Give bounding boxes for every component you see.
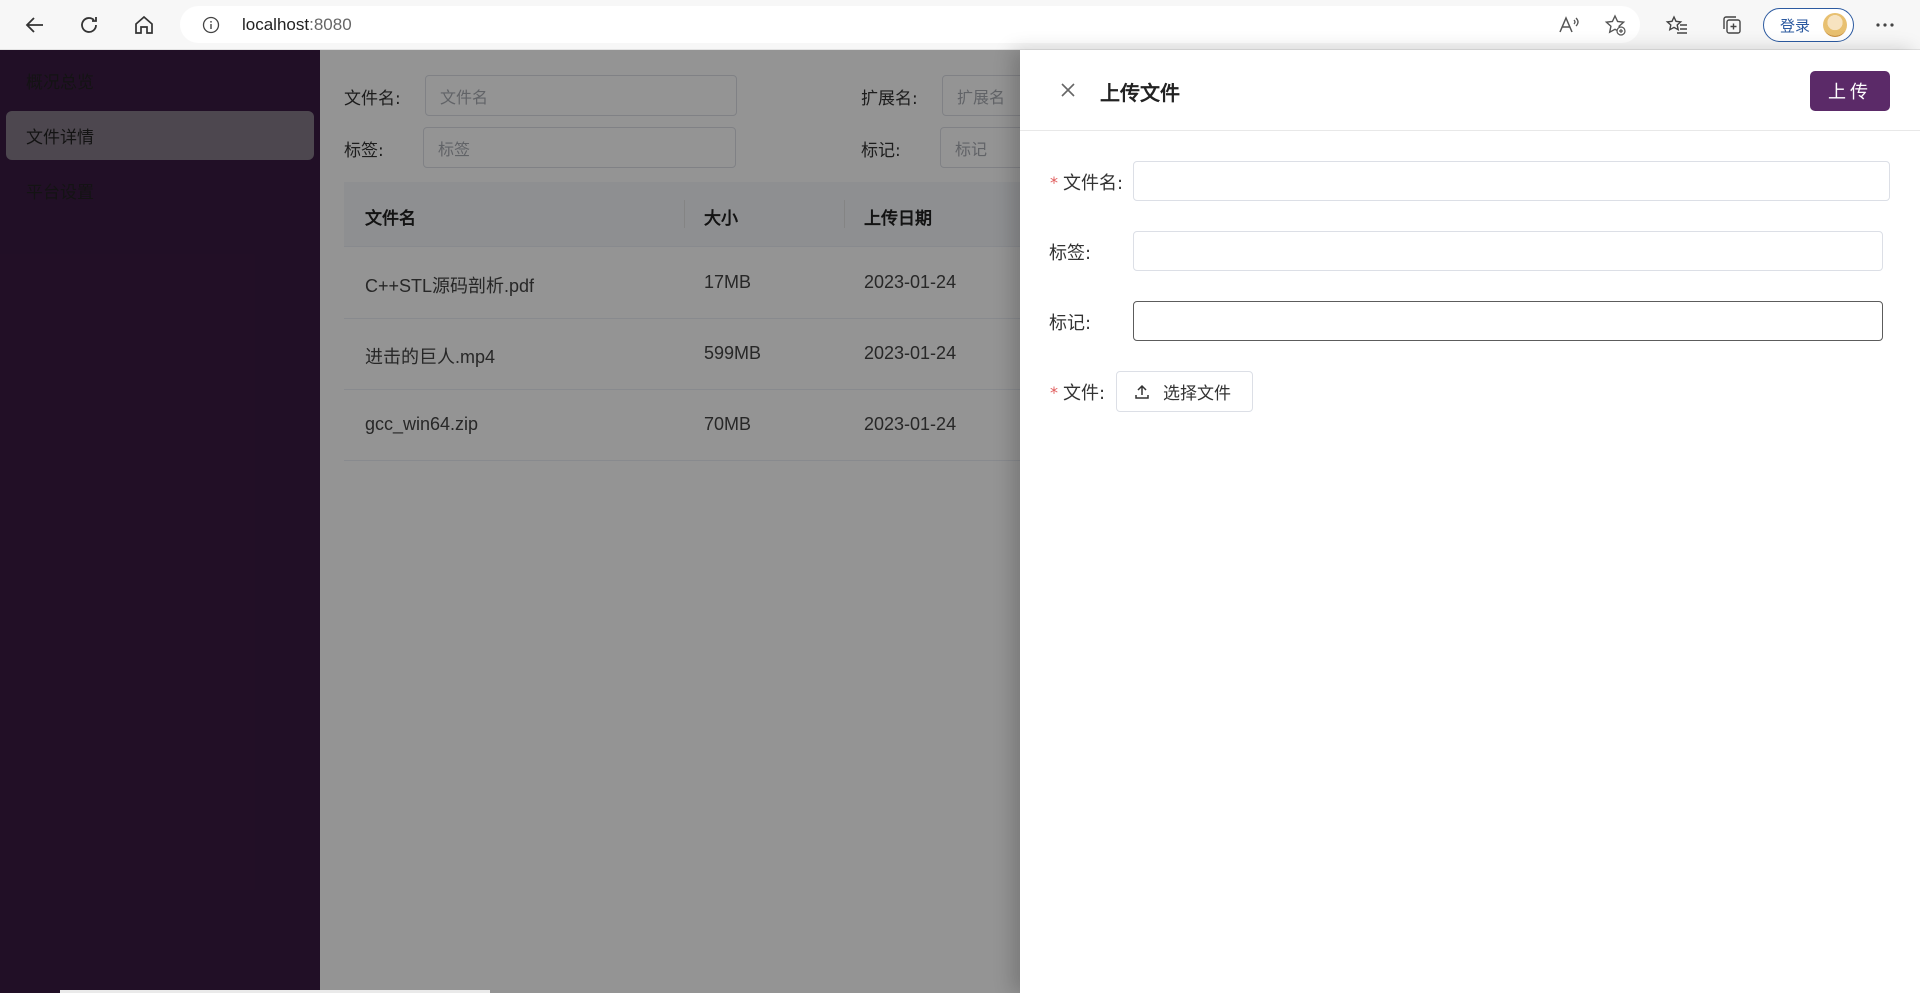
filename-field[interactable] xyxy=(1133,161,1890,201)
file-field-label: * 文件: xyxy=(1050,382,1106,405)
login-label: 登录 xyxy=(1780,16,1811,35)
select-file-button[interactable]: 选择文件 xyxy=(1116,371,1253,412)
drawer-title: 上传文件 xyxy=(1100,81,1180,105)
address-bar[interactable]: localhost:8080 xyxy=(180,6,1640,43)
close-icon[interactable] xyxy=(1056,78,1080,102)
more-icon[interactable] xyxy=(1870,10,1900,40)
refresh-icon[interactable] xyxy=(72,8,106,42)
url-text: localhost:8080 xyxy=(242,15,352,34)
profile-avatar xyxy=(1823,13,1847,37)
tag-field-label: 标签: xyxy=(1049,243,1092,264)
login-button[interactable]: 登录 xyxy=(1763,8,1854,42)
mark-field-label: 标记: xyxy=(1049,313,1092,334)
back-icon[interactable] xyxy=(18,8,52,42)
favorites-icon[interactable] xyxy=(1662,10,1692,40)
tag-field[interactable] xyxy=(1133,231,1883,271)
collections-icon[interactable] xyxy=(1717,10,1747,40)
info-icon[interactable] xyxy=(202,16,220,38)
upload-button[interactable]: 上传 xyxy=(1810,71,1890,111)
drawer-header: 上传文件 上传 xyxy=(1020,50,1920,131)
required-mark: * xyxy=(1050,172,1058,192)
select-file-label: 选择文件 xyxy=(1163,384,1231,404)
home-icon[interactable] xyxy=(127,8,161,42)
upload-icon xyxy=(1135,384,1149,399)
upload-drawer: 上传文件 上传 * 文件名: 标签: 标记: * 文件: 选择文件 xyxy=(1020,50,1920,993)
required-mark: * xyxy=(1050,382,1058,402)
filename-field-label: * 文件名: xyxy=(1050,172,1124,195)
mark-field[interactable] xyxy=(1133,301,1883,341)
add-favorite-icon[interactable] xyxy=(1600,10,1630,40)
read-aloud-icon[interactable] xyxy=(1554,10,1584,40)
modal-overlay[interactable] xyxy=(0,50,1020,993)
browser-toolbar: localhost:8080 登录 xyxy=(0,0,1920,50)
